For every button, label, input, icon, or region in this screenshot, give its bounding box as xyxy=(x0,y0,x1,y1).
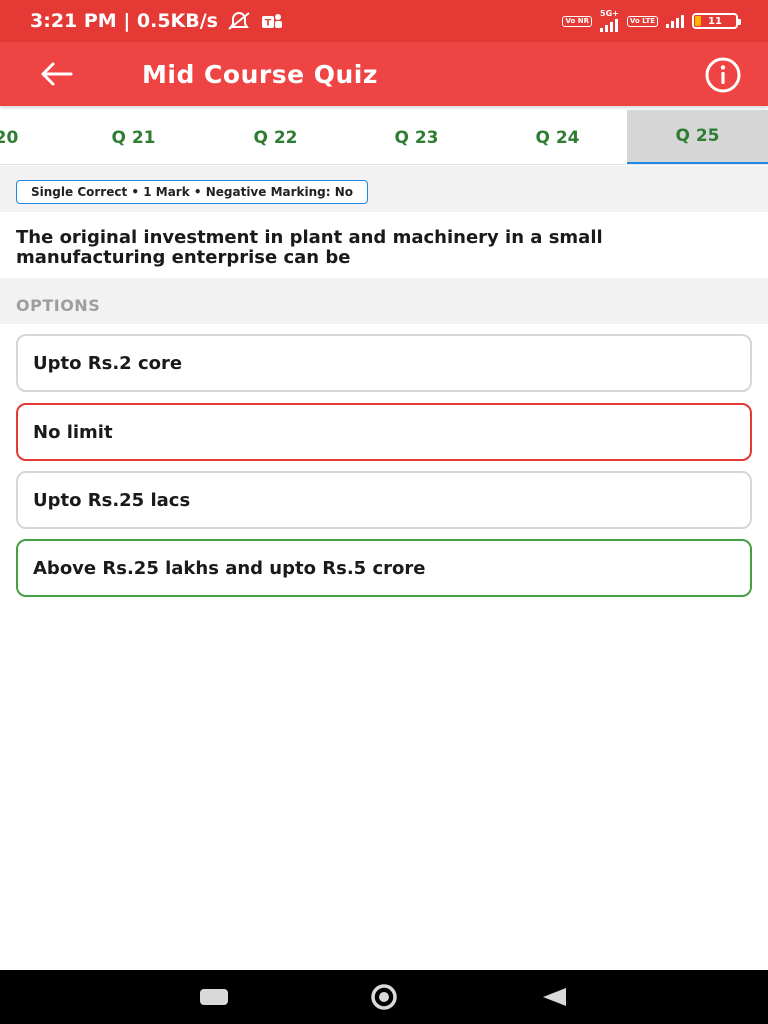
recents-icon xyxy=(200,989,228,1005)
network-type: 5G+ xyxy=(600,9,619,18)
teams-icon: T xyxy=(260,11,284,31)
app-bar: Mid Course Quiz xyxy=(0,42,768,106)
tab-q21[interactable]: Q 21 xyxy=(63,110,204,164)
home-button[interactable] xyxy=(349,970,419,1024)
alarm-off-icon xyxy=(226,11,252,31)
sim1-tag: Vo NR xyxy=(562,15,593,27)
option-2-wrong[interactable]: No limit xyxy=(16,403,752,461)
svg-text:T: T xyxy=(265,19,272,29)
back-button[interactable] xyxy=(28,46,84,102)
tab-q24[interactable]: Q 24 xyxy=(487,110,628,164)
tab-q22[interactable]: Q 22 xyxy=(205,110,346,164)
status-right: Vo NR 5G+ Vo LTE 11 xyxy=(562,10,741,32)
arrow-left-icon xyxy=(41,62,73,86)
option-label: Upto Rs.2 core xyxy=(33,352,183,374)
status-bar: 3:21 PM | 0.5KB/s T Vo NR 5G+ Vo LTE 11 xyxy=(0,0,768,42)
tab-q25[interactable]: Q 25 xyxy=(627,110,768,164)
sim2-tag: Vo LTE xyxy=(626,15,658,27)
signal-icon: 5G+ xyxy=(600,10,619,32)
system-nav-bar xyxy=(0,970,768,1024)
tab-q23[interactable]: Q 23 xyxy=(346,110,487,164)
option-3[interactable]: Upto Rs.25 lacs xyxy=(16,471,752,529)
option-4-correct[interactable]: Above Rs.25 lakhs and upto Rs.5 crore xyxy=(16,539,752,597)
option-label: Upto Rs.25 lacs xyxy=(33,489,191,511)
question-meta-strip: Single Correct • 1 Mark • Negative Marki… xyxy=(0,166,768,212)
signal-icon-2 xyxy=(666,14,684,28)
battery-level: 11 xyxy=(708,15,722,27)
back-triangle-icon xyxy=(543,988,566,1006)
question-meta-badge: Single Correct • 1 Mark • Negative Marki… xyxy=(16,180,369,204)
option-1[interactable]: Upto Rs.2 core xyxy=(16,334,752,392)
question-tabs: 20 Q 21 Q 22 Q 23 Q 24 Q 25 xyxy=(0,110,768,165)
options-header: OPTIONS xyxy=(0,278,768,324)
option-label: Above Rs.25 lakhs and upto Rs.5 crore xyxy=(33,557,426,579)
recents-button[interactable] xyxy=(179,970,249,1024)
home-icon xyxy=(371,984,397,1010)
page-title: Mid Course Quiz xyxy=(142,59,378,89)
option-label: No limit xyxy=(33,421,113,443)
back-nav-button[interactable] xyxy=(519,970,589,1024)
info-icon xyxy=(705,57,741,93)
status-time-speed: 3:21 PM | 0.5KB/s xyxy=(30,10,218,32)
info-button[interactable] xyxy=(704,56,742,94)
battery-icon: 11 xyxy=(692,13,741,29)
status-left: 3:21 PM | 0.5KB/s T xyxy=(30,10,284,32)
options-heading: OPTIONS xyxy=(16,296,101,315)
question-text: The original investment in plant and mac… xyxy=(16,227,603,268)
